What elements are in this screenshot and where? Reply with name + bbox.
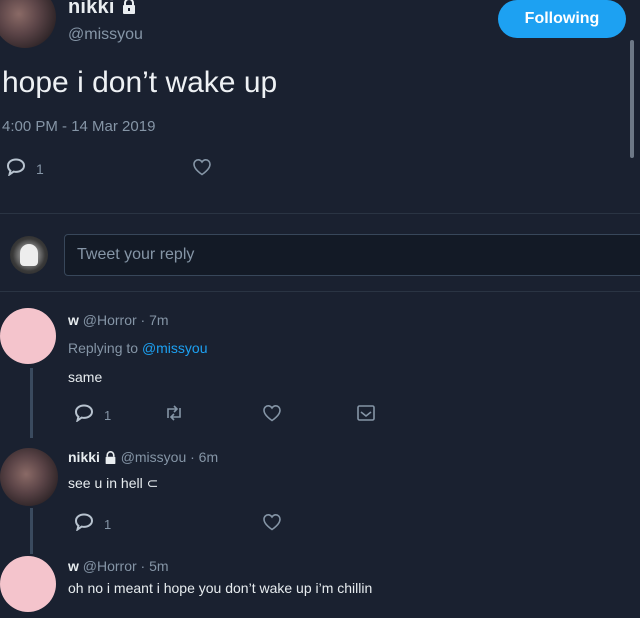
reply-icon[interactable] [74, 404, 94, 422]
replying-to: Replying to @missyou [68, 340, 208, 356]
retweet-icon[interactable] [164, 404, 184, 422]
reply-author-name[interactable]: nikki [68, 449, 100, 465]
tweet-text: hope i don’t wake up [2, 66, 278, 99]
reply-text: same [68, 369, 103, 385]
heart-icon[interactable] [262, 513, 282, 531]
heart-icon[interactable] [262, 404, 282, 422]
author-name[interactable]: nikki [68, 0, 115, 19]
reply-avatar[interactable] [0, 308, 56, 364]
reply-count: 1 [104, 517, 112, 532]
author-handle[interactable]: @missyou [68, 26, 143, 44]
reply-header: w @Horror · 7m [68, 312, 169, 328]
envelope-icon[interactable] [356, 404, 376, 422]
reply-handle-time: @Horror · 7m [82, 312, 169, 328]
following-button[interactable]: Following [498, 0, 626, 38]
author-avatar[interactable] [0, 0, 56, 48]
reply-icon[interactable] [74, 513, 94, 531]
reply-handle-time: @missyou · 6m [120, 449, 219, 465]
reply-count: 1 [104, 408, 112, 423]
thread-line [30, 368, 33, 438]
current-user-avatar [10, 236, 48, 274]
reply-count: 1 [36, 161, 44, 177]
reply-avatar[interactable] [0, 556, 56, 612]
reply-text: see u in hell ⊂ [68, 475, 159, 491]
reply-header: nikki @missyou · 6m [68, 449, 218, 465]
divider [0, 291, 640, 292]
lock-icon [121, 0, 137, 14]
tweet-timestamp[interactable]: 4:00 PM - 14 Mar 2019 [2, 118, 155, 135]
reply-input[interactable]: Tweet your reply [64, 234, 640, 276]
reply-icon[interactable] [6, 158, 26, 176]
reply-author-name[interactable]: w [68, 312, 79, 328]
scrollbar[interactable] [630, 40, 634, 158]
thread-line [30, 508, 33, 554]
heart-icon[interactable] [192, 158, 212, 176]
replying-prefix: Replying to [68, 340, 139, 356]
reply-author-name[interactable]: w [68, 558, 79, 574]
mention-link[interactable]: @missyou [142, 340, 208, 356]
reply-handle-time: @Horror · 5m [82, 558, 169, 574]
lock-icon [104, 451, 117, 464]
reply-text: oh no i meant i hope you don’t wake up i… [68, 580, 373, 596]
reply-avatar[interactable] [0, 448, 58, 506]
reply-header: w @Horror · 5m [68, 558, 169, 574]
divider [0, 213, 640, 214]
